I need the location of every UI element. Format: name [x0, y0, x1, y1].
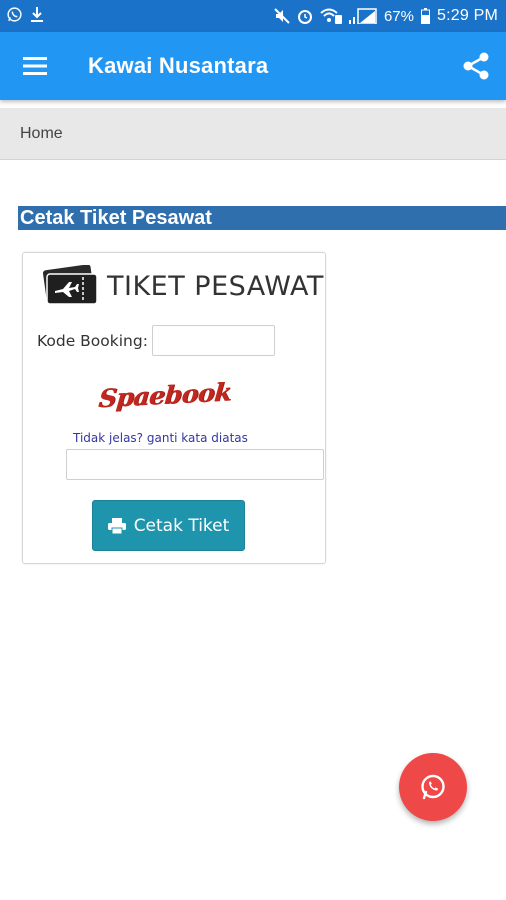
card-header: TIKET PESAWAT — [41, 265, 324, 307]
captcha-input[interactable] — [66, 449, 324, 480]
status-left — [6, 6, 44, 27]
whatsapp-icon — [421, 774, 445, 800]
page-title: Cetak Tiket Pesawat — [18, 206, 506, 230]
wifi-icon — [320, 8, 342, 24]
printer-icon — [107, 517, 126, 534]
status-bar: 67% 5:29 PM — [0, 0, 506, 32]
print-ticket-label: Cetak Tiket — [133, 515, 230, 536]
breadcrumb-item-home[interactable]: Home — [20, 125, 63, 143]
hamburger-icon — [23, 57, 47, 75]
booking-code-input[interactable] — [151, 325, 275, 356]
print-ticket-button[interactable]: Cetak Tiket — [92, 500, 245, 551]
whatsapp-fab[interactable] — [399, 753, 467, 821]
share-button[interactable] — [446, 32, 506, 100]
battery-percent: 67% — [383, 7, 414, 25]
captcha-image: Spaebook — [97, 378, 232, 417]
app-bar: Kawai Nusantara — [0, 32, 506, 100]
alarm-icon — [297, 8, 313, 24]
ticket-form-card: TIKET PESAWAT Kode Booking: Spaebook Tid… — [22, 252, 326, 564]
download-icon — [30, 6, 44, 26]
plane-ticket-icon — [42, 265, 98, 305]
whatsapp-icon — [6, 6, 23, 27]
booking-code-label: Kode Booking: — [37, 331, 148, 350]
mute-icon — [274, 8, 290, 24]
menu-button[interactable] — [0, 32, 70, 100]
booking-row: Kode Booking: — [37, 325, 275, 356]
signal-icon — [348, 8, 377, 24]
share-icon — [463, 52, 489, 80]
status-right: 67% 5:29 PM — [274, 7, 498, 25]
clock: 5:29 PM — [437, 7, 498, 24]
card-title: TIKET PESAWAT — [107, 270, 324, 302]
battery-icon — [421, 8, 430, 24]
app-title: Kawai Nusantara — [88, 53, 269, 78]
breadcrumb: Home — [0, 108, 506, 160]
captcha-refresh-link[interactable]: Tidak jelas? ganti kata diatas — [73, 431, 248, 445]
captcha-text: Spaebook — [97, 377, 233, 414]
